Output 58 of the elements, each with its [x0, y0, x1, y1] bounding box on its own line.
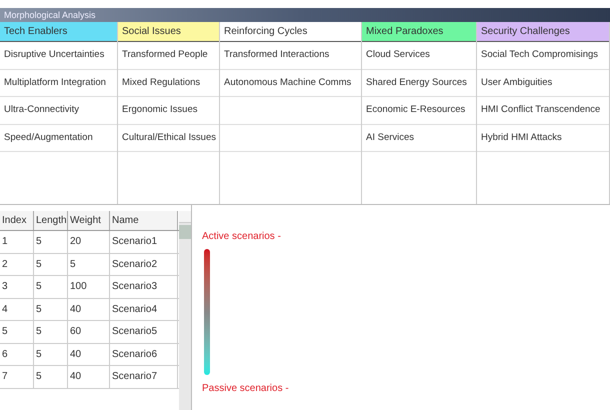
matrix-cell[interactable]: Transformed People	[118, 42, 219, 70]
table-cell: 40	[68, 298, 110, 320]
table-cell: 40	[68, 344, 110, 365]
matrix-cell[interactable]: Shared Energy Sources	[362, 70, 476, 97]
table-cell: Scenario1	[110, 231, 178, 252]
matrix-cell[interactable]: Hybrid HMI Attacks	[477, 124, 609, 152]
table-cell: 5	[34, 298, 68, 320]
matrix-cell[interactable]: Ultra-Connectivity	[0, 97, 117, 124]
matrix-cell[interactable]: HMI Conflict Transcendence	[477, 97, 609, 124]
column-header[interactable]: Tech Enablers	[0, 22, 117, 42]
table-cell: 5	[34, 254, 68, 275]
matrix-cell[interactable]: Multiplatform Integration	[0, 70, 117, 97]
table-cell: 5	[34, 344, 68, 365]
table-cell: 40	[68, 366, 110, 388]
matrix-cell[interactable]: User Ambiguities	[477, 70, 609, 97]
table-cell: Scenario6	[110, 344, 178, 365]
column-header[interactable]: Mixed Paradoxes	[362, 22, 476, 42]
table-cell: 5	[34, 231, 68, 252]
table-cell: 6	[0, 344, 34, 365]
table-cell: Scenario2	[110, 254, 178, 275]
legend-label: Passive scenarios -	[202, 382, 289, 396]
table-cell: 7	[0, 366, 34, 388]
window-title: Morphological Analysis	[4, 10, 96, 20]
column-header[interactable]: Weight	[68, 211, 110, 230]
matrix-cell[interactable]: Autonomous Machine Comms	[220, 70, 361, 97]
table-cell: Scenario7	[110, 366, 178, 388]
column-header[interactable]: Index	[0, 211, 34, 230]
table-cell: Scenario4	[110, 298, 178, 320]
matrix-cell[interactable]: Cloud Services	[362, 42, 476, 70]
matrix-cell[interactable]: Cultural/Ethical Issues	[118, 124, 219, 152]
table-cell: 3	[0, 276, 34, 298]
matrix-cell[interactable]: Disruptive Uncertainties	[0, 42, 117, 70]
table-cell: 60	[68, 321, 110, 342]
matrix-cell[interactable]: Social Tech Compromisings	[477, 42, 609, 70]
matrix-cell[interactable]: Ergonomic Issues	[118, 97, 219, 124]
table-cell: 5	[68, 254, 110, 275]
column-header[interactable]: Social Issues	[118, 22, 219, 42]
column-header[interactable]: Name	[110, 211, 178, 230]
matrix-cell[interactable]: Mixed Regulations	[118, 70, 219, 97]
table-cell: 100	[68, 276, 110, 298]
matrix-cell[interactable]: Speed/Augmentation	[0, 124, 117, 152]
table-cell: 1	[0, 231, 34, 252]
column-header[interactable]: Security Challenges	[477, 22, 609, 42]
column-header[interactable]: Length	[34, 211, 68, 230]
table-cell: 20	[68, 231, 110, 252]
scrollbar[interactable]	[179, 211, 191, 410]
table-cell: 5	[34, 321, 68, 342]
table-cell: 4	[0, 298, 34, 320]
table-cell: 5	[0, 321, 34, 342]
matrix-cell[interactable]: Economic E-Resources	[362, 97, 476, 124]
matrix-cell[interactable]: Transformed Interactions	[220, 42, 361, 70]
table-cell: 5	[34, 366, 68, 388]
legend-label: Active scenarios -	[202, 230, 282, 244]
table-cell: 2	[0, 254, 34, 275]
matrix-cell[interactable]: AI Services	[362, 124, 476, 152]
table-cell: Scenario5	[110, 321, 178, 342]
table-cell: 5	[34, 276, 68, 298]
table-cell: Scenario3	[110, 276, 178, 298]
